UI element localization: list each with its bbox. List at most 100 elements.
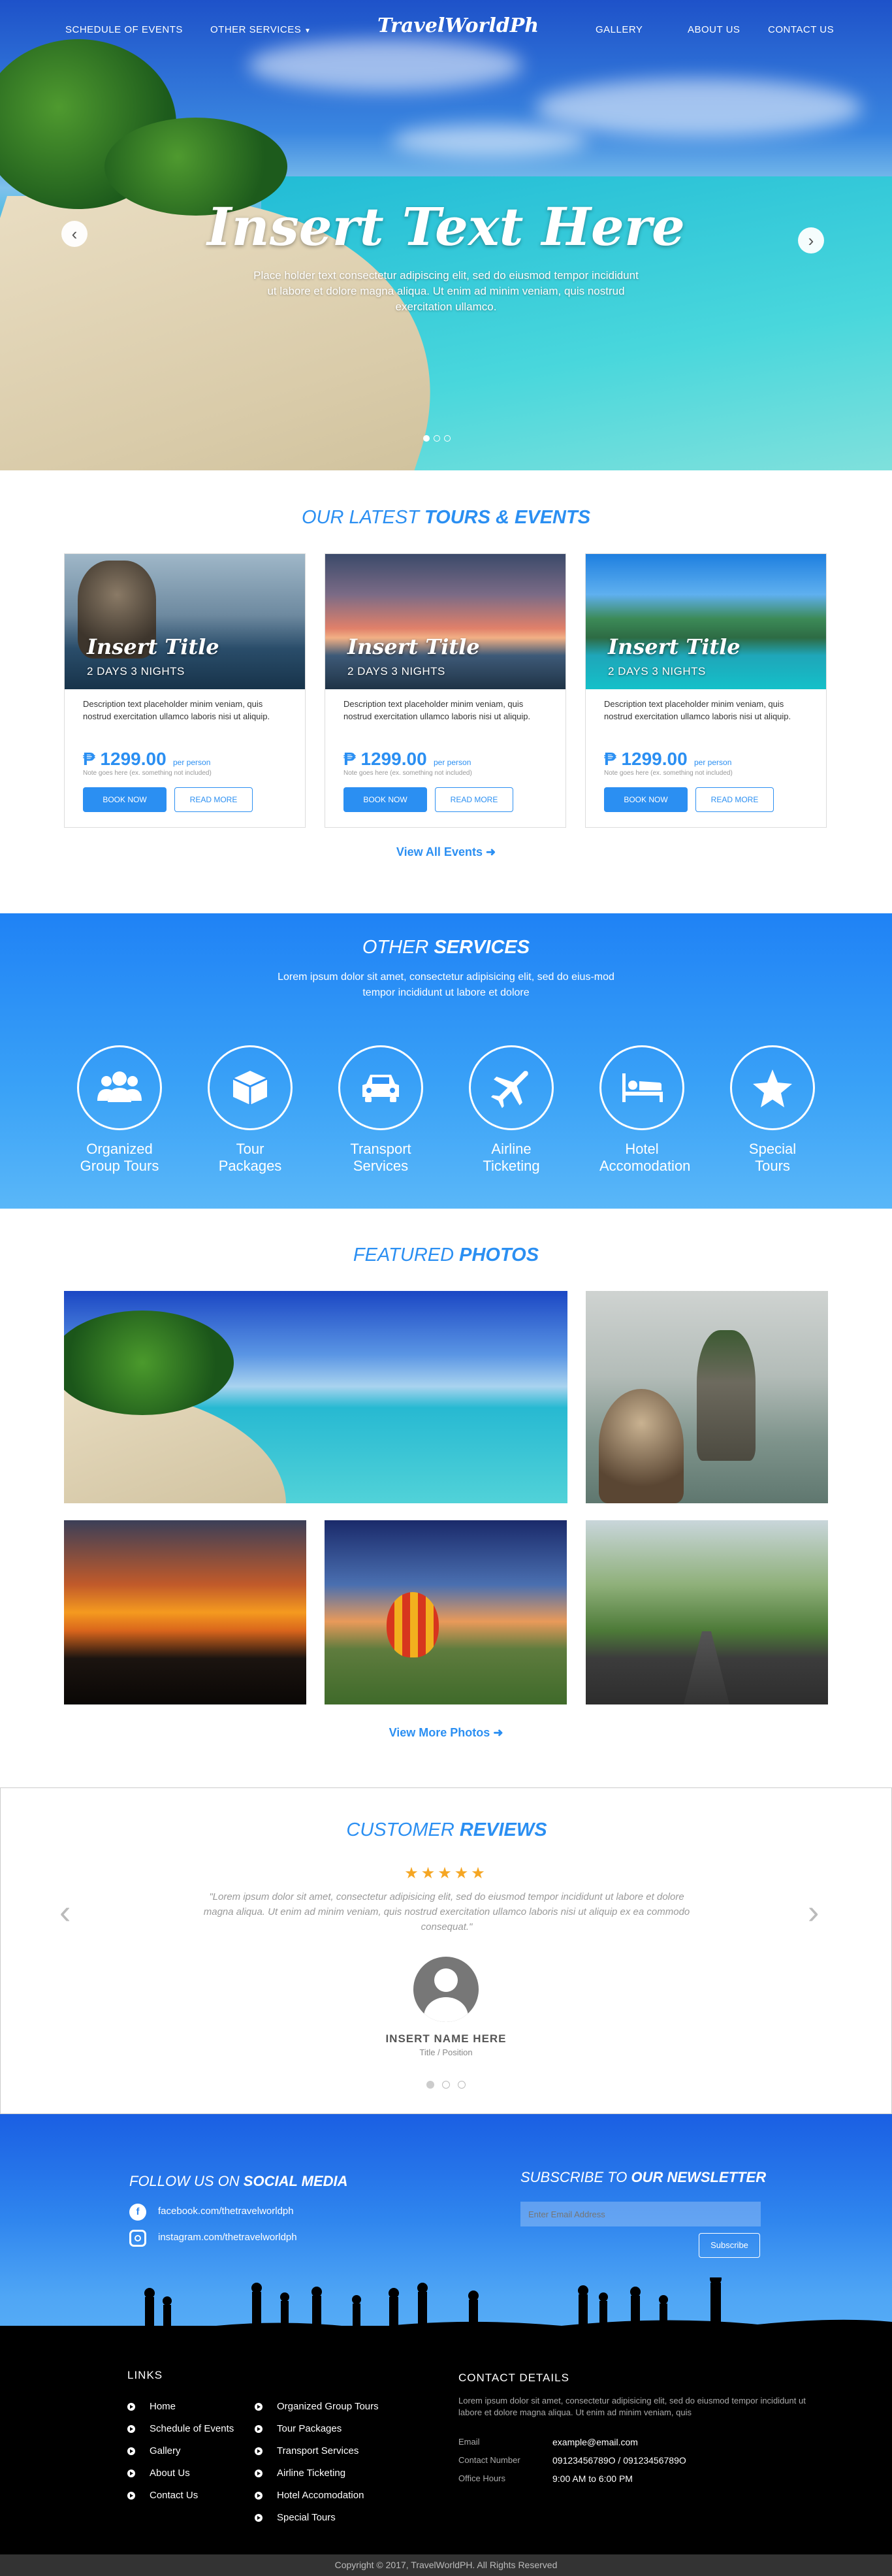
star-icon: ★	[404, 1865, 421, 1882]
service-special-tours[interactable]: Special Tours	[730, 1045, 815, 1175]
review-dot[interactable]	[442, 2081, 450, 2089]
contact-text: Lorem ipsum dolor sit amet, consectetur …	[458, 2396, 806, 2417]
service-label: Special Tours	[748, 1141, 797, 1174]
service-hotel-accomodation[interactable]: Hotel Accomodation	[599, 1045, 690, 1175]
service-airline-ticketing[interactable]: Airline Ticketing	[469, 1045, 554, 1175]
photo-palms	[64, 1311, 234, 1415]
contact-title: CONTACT DETAILS	[458, 2372, 569, 2384]
footer-link-organized-group-tours[interactable]: Organized Group Tours	[255, 2401, 379, 2412]
read-more-button[interactable]: READ MORE	[695, 787, 774, 812]
site-logo[interactable]: TravelWorldPh	[377, 14, 539, 37]
footer-link-home[interactable]: Home	[127, 2401, 176, 2412]
review-dot-active[interactable]	[426, 2081, 434, 2089]
featured-photo-beach[interactable]	[64, 1291, 567, 1503]
featured-photo-road[interactable]	[586, 1520, 828, 1704]
tour-card-price: ₱ 1299.00	[604, 749, 688, 769]
nav-about-us[interactable]: ABOUT US	[688, 24, 740, 35]
read-more-button[interactable]: READ MORE	[174, 787, 253, 812]
view-all-events-link[interactable]: View All Events ➜	[0, 845, 892, 859]
follow-title-bold: SOCIAL MEDIA	[243, 2173, 348, 2189]
cloud	[392, 124, 588, 157]
slider-dot[interactable]	[434, 435, 440, 442]
slider-dot-active[interactable]	[423, 435, 430, 442]
featured-photo-rock-island[interactable]	[586, 1291, 828, 1503]
contact-phone-value: 09123456789O / 09123456789O	[552, 2455, 686, 2466]
caret-down-icon: ▼	[304, 27, 311, 35]
footer-link-label: Tour Packages	[277, 2423, 342, 2434]
tour-card: Insert Title 2 DAYS 3 NIGHTS Description…	[64, 553, 306, 828]
tour-card-image: Insert Title 2 DAYS 3 NIGHTS	[65, 554, 305, 689]
footer-link-transport-services[interactable]: Transport Services	[255, 2445, 358, 2456]
service-tour-packages[interactable]: Tour Packages	[208, 1045, 293, 1175]
reviews-title-bold: REVIEWS	[459, 1819, 547, 1840]
instagram-icon	[129, 2230, 146, 2247]
book-now-button[interactable]: BOOK NOW	[343, 787, 427, 812]
star-icon: ★	[454, 1865, 471, 1882]
services-title-light: OTHER	[362, 937, 434, 958]
footer-link-contact-us[interactable]: Contact Us	[127, 2490, 198, 2501]
tour-card-per: per person	[694, 758, 732, 767]
tours-title-light: OUR LATEST	[301, 507, 424, 528]
photos-section-title: FEATURED PHOTOS	[0, 1245, 892, 1266]
footer-link-special-tours[interactable]: Special Tours	[255, 2512, 336, 2523]
photo-hot-air-balloon	[387, 1592, 439, 1657]
featured-photo-balloons[interactable]	[325, 1520, 567, 1704]
chevron-right-icon	[255, 2514, 263, 2522]
footer-link-airline-ticketing[interactable]: Airline Ticketing	[255, 2468, 345, 2479]
footer-link-label: Schedule of Events	[150, 2423, 234, 2434]
featured-photo-silhouettes[interactable]	[64, 1520, 306, 1704]
tour-card-price: ₱ 1299.00	[343, 749, 427, 769]
photos-title-light: FEATURED	[353, 1245, 460, 1265]
follow-title-light: FOLLOW US ON	[129, 2173, 244, 2189]
book-now-button[interactable]: BOOK NOW	[604, 787, 688, 812]
tour-card-per: per person	[173, 758, 211, 767]
contact-email-value[interactable]: example@email.com	[552, 2437, 638, 2447]
slider-dot[interactable]	[444, 435, 451, 442]
nav-gallery[interactable]: GALLERY	[596, 24, 643, 35]
service-organized-group-tours[interactable]: Organized Group Tours	[77, 1045, 162, 1175]
arrow-right-icon: ➜	[485, 845, 496, 858]
tour-card-image: Insert Title 2 DAYS 3 NIGHTS	[325, 554, 565, 689]
follow-title: FOLLOW US ON SOCIAL MEDIA	[129, 2173, 348, 2190]
view-more-photos-link[interactable]: View More Photos ➜	[0, 1726, 892, 1740]
email-subscribe-input[interactable]	[520, 2202, 761, 2226]
hero-next-icon[interactable]: ›	[798, 227, 824, 253]
contact-hours-label: Office Hours	[458, 2473, 506, 2483]
read-more-button[interactable]: READ MORE	[435, 787, 513, 812]
tour-card-title: Insert Title	[347, 634, 480, 659]
footer-link-gallery[interactable]: Gallery	[127, 2445, 181, 2456]
instagram-label: instagram.com/thetravelworldph	[158, 2232, 297, 2243]
footer-link-about-us[interactable]: About Us	[127, 2468, 190, 2479]
reviews-section: CUSTOMER REVIEWS ★★★★★ "Lorem ipsum dolo…	[0, 1787, 892, 2114]
book-now-button[interactable]: BOOK NOW	[83, 787, 167, 812]
nav-other-services[interactable]: OTHER SERVICES ▼	[210, 24, 311, 35]
subscribe-title-bold: OUR NEWSLETTER	[631, 2169, 767, 2185]
service-label: Transport Services	[350, 1141, 411, 1174]
contact-email-label: Email	[458, 2437, 480, 2447]
service-label: Airline Ticketing	[483, 1141, 540, 1174]
review-dot[interactable]	[458, 2081, 466, 2089]
nav-contact-us[interactable]: CONTACT US	[768, 24, 834, 35]
hero-prev-icon[interactable]: ‹	[61, 221, 88, 247]
footer-link-tour-packages[interactable]: Tour Packages	[255, 2423, 342, 2434]
services-section-title: OTHER SERVICES	[0, 937, 892, 958]
nav-other-services-label: OTHER SERVICES	[210, 24, 302, 35]
footer-link-hotel-accomodation[interactable]: Hotel Accomodation	[255, 2490, 364, 2501]
footer-link-schedule-of-events[interactable]: Schedule of Events	[127, 2423, 234, 2434]
top-nav: SCHEDULE OF EVENTS OTHER SERVICES ▼ Trav…	[0, 0, 892, 59]
tour-card-image: Insert Title 2 DAYS 3 NIGHTS	[586, 554, 826, 689]
services-text: Lorem ipsum dolor sit amet, consectetur …	[278, 971, 614, 998]
hero-title: Insert Text Here	[207, 196, 685, 257]
arrow-right-icon: ➜	[493, 1726, 503, 1739]
tour-card: Insert Title 2 DAYS 3 NIGHTS Description…	[325, 553, 566, 828]
subscribe-title: SUBSCRIBE TO OUR NEWSLETTER	[520, 2169, 766, 2186]
nav-schedule-of-events[interactable]: SCHEDULE OF EVENTS	[65, 24, 183, 35]
services-section: OTHER SERVICES Lorem ipsum dolor sit ame…	[0, 913, 892, 1209]
reviews-title-light: CUSTOMER	[346, 1819, 460, 1840]
review-next-icon[interactable]: ›	[808, 1893, 819, 1932]
service-transport-services[interactable]: Transport Services	[338, 1045, 423, 1175]
subscribe-button[interactable]: Subscribe	[699, 2233, 760, 2258]
contact-hours-value: 9:00 AM to 6:00 PM	[552, 2473, 633, 2484]
chevron-right-icon	[255, 2492, 263, 2500]
review-prev-icon[interactable]: ‹	[59, 1893, 71, 1932]
